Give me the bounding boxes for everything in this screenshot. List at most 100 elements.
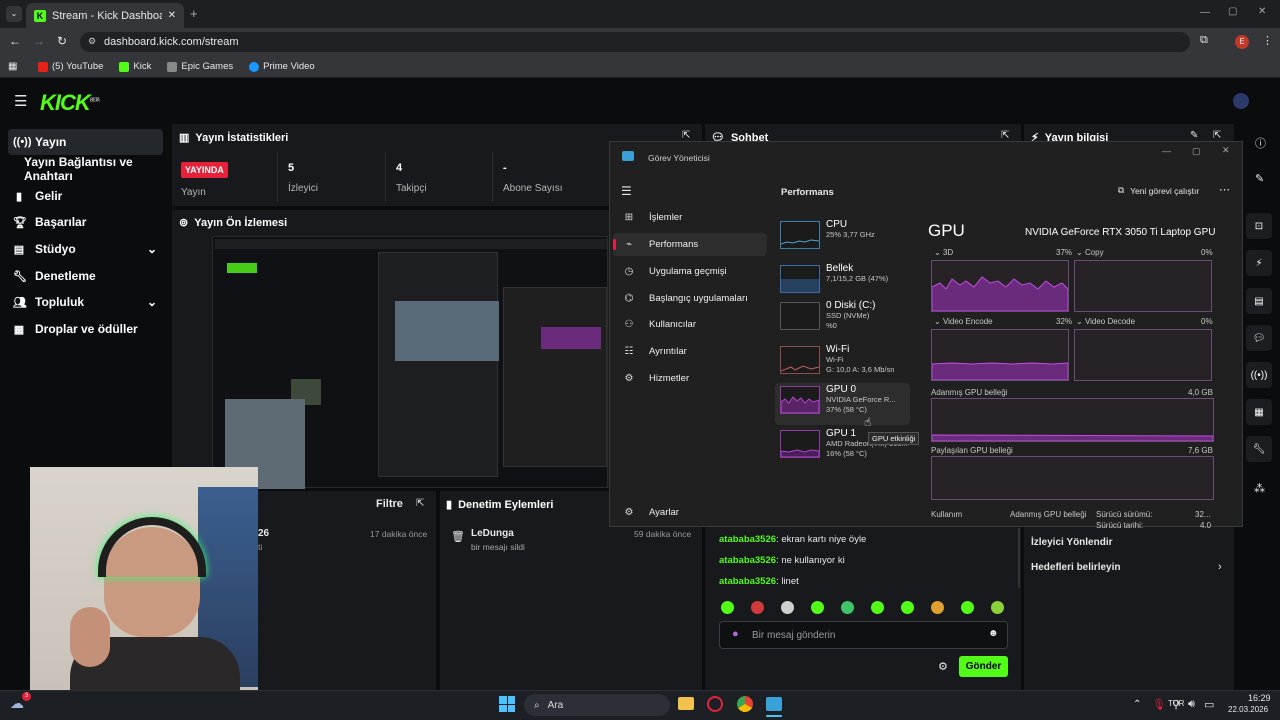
- expand-icon[interactable]: ⇱: [1213, 130, 1221, 141]
- browser-menu-icon[interactable]: ⋮: [1262, 34, 1273, 47]
- quick-action-button[interactable]: ⊡: [1246, 213, 1272, 239]
- more-options-icon[interactable]: ⋯: [1219, 183, 1230, 196]
- nav-details[interactable]: ☷ Ayrıntılar: [613, 340, 767, 363]
- expand-icon[interactable]: ⇱: [1001, 130, 1009, 141]
- emote-icon[interactable]: [811, 601, 824, 614]
- community-icon[interactable]: ⁂: [1254, 482, 1265, 495]
- maximize-window-button[interactable]: ▢: [1192, 146, 1201, 157]
- start-button[interactable]: [499, 696, 515, 712]
- quick-action-button[interactable]: ▤: [1246, 288, 1272, 314]
- chat-username[interactable]: atababa3526: [719, 534, 776, 545]
- filter-button[interactable]: Filtre: [376, 498, 403, 510]
- clock-time[interactable]: 16:29: [1248, 693, 1271, 703]
- bookmark-kick[interactable]: Kick: [119, 61, 151, 72]
- emote-icon[interactable]: [871, 601, 884, 614]
- bookmark-epic-games[interactable]: Epic Games: [167, 61, 233, 72]
- sidebar-item-yayin[interactable]: ((•)) Yayın: [8, 129, 163, 155]
- back-icon[interactable]: ←: [9, 34, 21, 48]
- tray-chevron-icon[interactable]: ⌃: [1133, 699, 1141, 710]
- quick-action-button[interactable]: ⚡︎: [1246, 250, 1272, 276]
- browser-tab[interactable]: K Stream - Kick Dashboard ✕: [26, 3, 184, 28]
- emote-icon[interactable]: [751, 601, 764, 614]
- nav-processes[interactable]: ⊞ İşlemler: [613, 206, 767, 229]
- close-window-button[interactable]: ✕: [1258, 6, 1266, 17]
- quick-action-button[interactable]: 💬︎: [1246, 325, 1272, 351]
- task-manager-taskbar-icon[interactable]: [766, 697, 782, 711]
- emoji-icon[interactable]: ☻: [988, 628, 999, 639]
- hamburger-menu-icon[interactable]: ☰: [621, 184, 632, 198]
- chat-username[interactable]: atababa3526: [719, 555, 776, 566]
- edit-icon[interactable]: ✎: [1190, 130, 1198, 141]
- quick-action-button[interactable]: ▦: [1246, 399, 1272, 425]
- hamburger-menu-icon[interactable]: ☰: [14, 92, 27, 110]
- clock-date[interactable]: 22.03.2026: [1228, 705, 1268, 714]
- kick-logo[interactable]: KICKBETA: [40, 90, 100, 116]
- emote-icon[interactable]: [991, 601, 1004, 614]
- info-icon[interactable]: ⓘ: [1255, 135, 1266, 151]
- stream-preview-video[interactable]: [212, 236, 608, 489]
- sidebar-item-gelir[interactable]: ▮ Gelir: [8, 183, 163, 209]
- minimize-window-button[interactable]: —: [1200, 7, 1210, 18]
- sidebar-item-denetleme[interactable]: 🔧︎ Denetleme: [8, 263, 163, 289]
- nav-startup-apps[interactable]: ⌬ Başlangıç uygulamaları: [613, 287, 767, 310]
- battery-icon[interactable]: ▭: [1204, 698, 1214, 711]
- extensions-icon[interactable]: ⧉: [1200, 34, 1208, 47]
- quick-action-button[interactable]: ((•)): [1246, 362, 1272, 388]
- chat-username[interactable]: atababa3526: [719, 576, 776, 587]
- device-cpu[interactable]: CPU 25% 3,77 GHz: [775, 218, 910, 258]
- pencil-icon[interactable]: ✎: [1255, 172, 1264, 185]
- nav-performance[interactable]: ⌁ Performans: [613, 233, 767, 256]
- chat-settings-icon[interactable]: ⚙: [938, 660, 948, 673]
- site-info-icon[interactable]: ⚙: [88, 36, 96, 47]
- device-wifi[interactable]: Wi-Fi Wi-Fi G: 10,0 A: 3,6 Mb/sn: [775, 343, 910, 383]
- run-new-task-button[interactable]: ⧉ Yeni görevi çalıştır: [1118, 185, 1199, 196]
- nav-services[interactable]: ⚙ Hizmetler: [613, 367, 767, 390]
- emote-icon[interactable]: [931, 601, 944, 614]
- reload-icon[interactable]: ↻: [57, 34, 67, 48]
- new-tab-button[interactable]: +: [190, 6, 198, 21]
- wifi-icon[interactable]: ⚲: [1172, 698, 1180, 711]
- nav-settings[interactable]: ⚙ Ayarlar: [613, 501, 767, 524]
- file-explorer-taskbar-icon[interactable]: [678, 697, 694, 710]
- sidebar-item-studyo[interactable]: ▤ Stüdyo ⌄: [8, 236, 163, 262]
- device-disk[interactable]: 0 Diski (C:) SSD (NVMe) %0: [775, 299, 910, 339]
- profile-avatar[interactable]: E: [1235, 35, 1249, 49]
- apps-grid-icon[interactable]: ▦: [8, 61, 17, 72]
- device-gpu0[interactable]: GPU 0 NVIDIA GeForce R... 37% (58 °C): [775, 383, 910, 425]
- raid-viewers-item[interactable]: İzleyici Yönlendir: [1031, 537, 1113, 548]
- set-goals-item[interactable]: Hedefleri belirleyin: [1031, 562, 1120, 573]
- device-memory[interactable]: Bellek 7,1/15,2 GB (47%): [775, 262, 910, 302]
- emote-icon[interactable]: [721, 601, 734, 614]
- sidebar-item-topluluk[interactable]: 👥︎ Topluluk ⌄: [8, 289, 163, 315]
- user-avatar[interactable]: [1233, 93, 1249, 109]
- forward-icon[interactable]: →: [33, 34, 45, 48]
- send-button[interactable]: Gönder: [959, 656, 1008, 677]
- minimize-window-button[interactable]: —: [1162, 146, 1171, 156]
- bookmark-youtube[interactable]: (5) YouTube: [38, 61, 103, 72]
- emote-icon[interactable]: [961, 601, 974, 614]
- close-window-button[interactable]: ✕: [1222, 145, 1230, 156]
- emote-icon[interactable]: [841, 601, 854, 614]
- sidebar-item-droplar[interactable]: ▦ Droplar ve ödüller: [8, 316, 163, 342]
- emote-icon[interactable]: [901, 601, 914, 614]
- close-tab-icon[interactable]: ✕: [168, 10, 176, 21]
- sidebar-item-stream-key[interactable]: Yayın Bağlantısı ve Anahtarı: [8, 155, 173, 183]
- moderation-user[interactable]: LeDunga: [471, 528, 514, 539]
- quick-action-button[interactable]: 🔧︎: [1246, 436, 1272, 462]
- volume-icon[interactable]: 🔊︎: [1188, 698, 1195, 711]
- tab-search-button[interactable]: ⌄: [6, 6, 22, 22]
- microphone-tray-icon[interactable]: 🎙︎: [1152, 698, 1166, 711]
- taskbar-search[interactable]: ⌕ Ara: [524, 694, 670, 716]
- microphone-icon[interactable]: ●: [732, 628, 739, 640]
- nav-users[interactable]: ⚇ Kullanıcılar: [613, 313, 767, 336]
- bookmark-prime-video[interactable]: Prime Video: [249, 61, 315, 72]
- weather-widget[interactable]: ☁ 3: [10, 692, 32, 713]
- scrollbar[interactable]: [1018, 528, 1020, 588]
- address-bar[interactable]: dashboard.kick.com/stream: [80, 32, 1190, 52]
- app-taskbar-icon[interactable]: [707, 696, 723, 712]
- emote-icon[interactable]: [781, 601, 794, 614]
- expand-icon[interactable]: ⇱: [416, 498, 424, 509]
- expand-icon[interactable]: ⇱: [682, 130, 690, 141]
- chat-input[interactable]: ● Bir mesaj gönderin ☻: [719, 621, 1008, 649]
- nav-app-history[interactable]: ◷ Uygulama geçmişi: [613, 260, 767, 283]
